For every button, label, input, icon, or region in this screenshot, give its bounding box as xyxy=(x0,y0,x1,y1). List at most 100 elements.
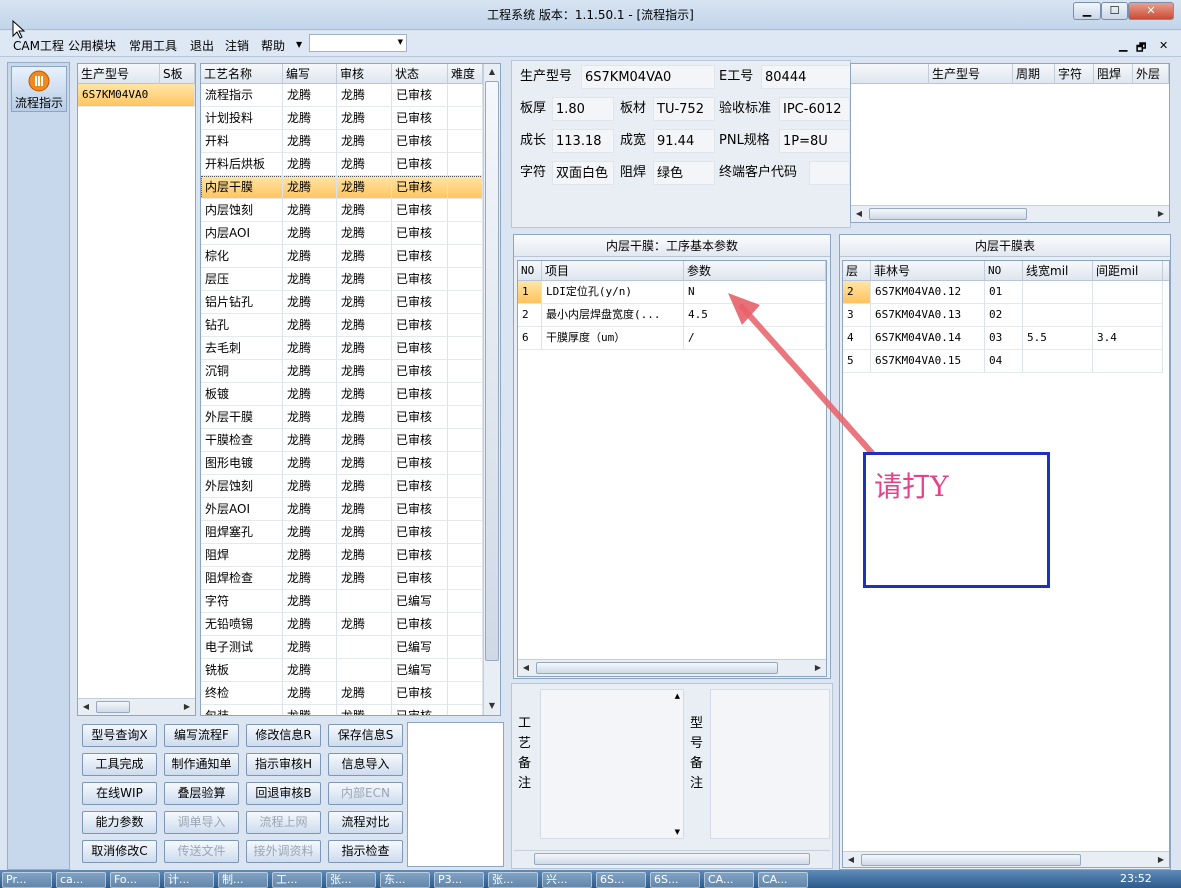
table-row[interactable]: 开料后烘板 龙腾 龙腾 已审核 xyxy=(201,153,483,176)
action-button[interactable]: 信息导入 xyxy=(328,753,403,776)
action-button[interactable]: 内部ECN xyxy=(328,782,403,805)
scroll-up-icon[interactable]: ▲ xyxy=(675,692,680,700)
process-note-textarea[interactable]: ▲ ▼ xyxy=(540,689,684,839)
col-header-no[interactable]: NO xyxy=(518,261,542,281)
col-header-difficulty[interactable]: 难度 xyxy=(448,64,483,84)
col-header-spacing[interactable]: 间距mil xyxy=(1093,261,1163,281)
table-row[interactable]: 铣板 龙腾 已编写 xyxy=(201,659,483,682)
table-row[interactable]: 内层干膜 龙腾 龙腾 已审核 xyxy=(201,176,483,199)
menu-public-module[interactable]: 公用模块 xyxy=(68,37,116,54)
notes-hscrollbar[interactable] xyxy=(514,850,830,867)
col-header-character[interactable]: 字符 xyxy=(1055,64,1094,84)
col-header-process[interactable]: 工艺名称 xyxy=(201,64,283,84)
maximize-button[interactable]: ☐ xyxy=(1101,2,1128,20)
col-header-s-board[interactable]: S板 xyxy=(160,64,195,84)
params-hscrollbar[interactable]: ◀ ▶ xyxy=(518,659,826,676)
taskbar-item[interactable]: 张... xyxy=(326,872,376,888)
nav-process-button[interactable]: 流程指示 xyxy=(11,66,67,112)
col-header-outer[interactable]: 外层 xyxy=(1133,64,1169,84)
action-button[interactable]: 修改信息R xyxy=(246,724,321,747)
width-value[interactable]: 91.44 xyxy=(653,129,715,153)
action-button[interactable]: 流程上网 xyxy=(246,811,321,834)
col-header-reviewer[interactable]: 审核 xyxy=(337,64,392,84)
scroll-right-icon[interactable]: ▶ xyxy=(179,699,195,715)
scroll-left-icon[interactable]: ◀ xyxy=(851,206,867,222)
col-header-item[interactable]: 项目 xyxy=(542,261,684,281)
table-row[interactable]: 内层蚀刻 龙腾 龙腾 已审核 xyxy=(201,199,483,222)
taskbar-item[interactable]: 6S... xyxy=(650,872,700,888)
col-header-layer[interactable]: 层 xyxy=(843,261,871,281)
close-button[interactable]: ✕ xyxy=(1128,2,1174,20)
table-row[interactable]: 沉铜 龙腾 龙腾 已审核 xyxy=(201,360,483,383)
taskbar-item[interactable]: 6S... xyxy=(596,872,646,888)
action-button[interactable]: 编写流程F xyxy=(164,724,239,747)
scroll-down-icon[interactable]: ▼ xyxy=(484,698,500,714)
taskbar-item[interactable]: 东... xyxy=(380,872,430,888)
action-button[interactable]: 保存信息S xyxy=(328,724,403,747)
menu-combobox[interactable]: ▼ xyxy=(309,34,407,52)
table-row[interactable]: 外层蚀刻 龙腾 龙腾 已审核 xyxy=(201,475,483,498)
taskbar-item[interactable]: P3... xyxy=(434,872,484,888)
table-row[interactable]: 开料 龙腾 龙腾 已审核 xyxy=(201,130,483,153)
taskbar-item[interactable]: ca... xyxy=(56,872,106,888)
scroll-thumb[interactable] xyxy=(485,81,499,661)
length-value[interactable]: 113.18 xyxy=(552,129,614,153)
scroll-left-icon[interactable]: ◀ xyxy=(518,660,534,676)
table-row[interactable]: 外层干膜 龙腾 龙腾 已审核 xyxy=(201,406,483,429)
table-row[interactable]: 钻孔 龙腾 龙腾 已审核 xyxy=(201,314,483,337)
col-header-author[interactable]: 编写 xyxy=(283,64,337,84)
taskbar-item[interactable]: Pr... xyxy=(2,872,52,888)
help-dropdown-icon[interactable]: ▼ xyxy=(296,40,302,49)
menu-help[interactable]: 帮助 xyxy=(261,37,285,54)
table-row[interactable]: 阻焊塞孔 龙腾 龙腾 已审核 xyxy=(201,521,483,544)
action-button[interactable]: 在线WIP xyxy=(82,782,157,805)
scroll-thumb[interactable] xyxy=(96,701,130,713)
action-button[interactable]: 传送文件 xyxy=(164,840,239,863)
col-header-model[interactable]: 生产型号 xyxy=(78,64,160,84)
scroll-down-icon[interactable]: ▼ xyxy=(675,828,680,836)
table-row[interactable]: 6S7KM04VA0 xyxy=(78,84,195,107)
table-row[interactable]: 去毛刺 龙腾 龙腾 已审核 xyxy=(201,337,483,360)
col-header-param[interactable]: 参数 xyxy=(684,261,826,281)
mdi-close-button[interactable]: ✕ xyxy=(1159,39,1168,52)
col-header-cycle[interactable]: 周期 xyxy=(1013,64,1055,84)
col-header-mask[interactable]: 阻焊 xyxy=(1094,64,1133,84)
mdi-minimize-button[interactable]: ▁ xyxy=(1119,39,1127,52)
character-value[interactable]: 双面白色 xyxy=(552,161,614,185)
action-button[interactable]: 接外调资料 xyxy=(246,840,321,863)
table-row[interactable]: 无铅喷锡 龙腾 龙腾 已审核 xyxy=(201,613,483,636)
table-row[interactable]: 铝片钻孔 龙腾 龙腾 已审核 xyxy=(201,291,483,314)
action-button[interactable]: 制作通知单 xyxy=(164,753,239,776)
mdi-restore-button[interactable]: 🗗 xyxy=(1136,39,1146,58)
table-row[interactable]: 电子测试 龙腾 已编写 xyxy=(201,636,483,659)
table-row[interactable]: 干膜检查 龙腾 龙腾 已审核 xyxy=(201,429,483,452)
scroll-right-icon[interactable]: ▶ xyxy=(1153,852,1169,867)
model-value[interactable]: 6S7KM04VA0 xyxy=(581,65,715,89)
table-row[interactable]: 层压 龙腾 龙腾 已审核 xyxy=(201,268,483,291)
table-row[interactable]: 2 6S7KM04VA0.12 01 xyxy=(843,281,1163,304)
menu-common-tools[interactable]: 常用工具 xyxy=(129,37,177,54)
table-row[interactable]: 板镀 龙腾 龙腾 已审核 xyxy=(201,383,483,406)
col-header-status[interactable]: 状态 xyxy=(392,64,448,84)
table-row[interactable]: 外层AOI 龙腾 龙腾 已审核 xyxy=(201,498,483,521)
scroll-left-icon[interactable]: ◀ xyxy=(843,852,859,867)
col-header-film-no[interactable]: 菲林号 xyxy=(871,261,985,281)
model-note-textarea[interactable] xyxy=(710,689,830,839)
taskbar-item[interactable]: 兴... xyxy=(542,872,592,888)
table-row[interactable]: 3 6S7KM04VA0.13 02 xyxy=(843,304,1163,327)
scroll-thumb[interactable] xyxy=(536,662,778,674)
solder-mask-value[interactable]: 绿色 xyxy=(653,161,715,185)
taskbar-item[interactable]: 制... xyxy=(218,872,268,888)
action-button[interactable]: 指示检查 xyxy=(328,840,403,863)
taskbar-item[interactable]: 张... xyxy=(488,872,538,888)
scroll-thumb[interactable] xyxy=(534,853,810,865)
scroll-thumb[interactable] xyxy=(869,208,1027,220)
table-row[interactable]: 图形电镀 龙腾 龙腾 已审核 xyxy=(201,452,483,475)
table-row[interactable]: 5 6S7KM04VA0.15 04 xyxy=(843,350,1163,373)
pnl-value[interactable]: 1P=8U xyxy=(779,129,850,153)
customer-code-value[interactable] xyxy=(809,161,850,185)
action-button[interactable]: 叠层验算 xyxy=(164,782,239,805)
action-button[interactable]: 指示审核H xyxy=(246,753,321,776)
scroll-left-icon[interactable]: ◀ xyxy=(78,699,94,715)
film-hscrollbar[interactable]: ◀ ▶ xyxy=(843,851,1169,867)
